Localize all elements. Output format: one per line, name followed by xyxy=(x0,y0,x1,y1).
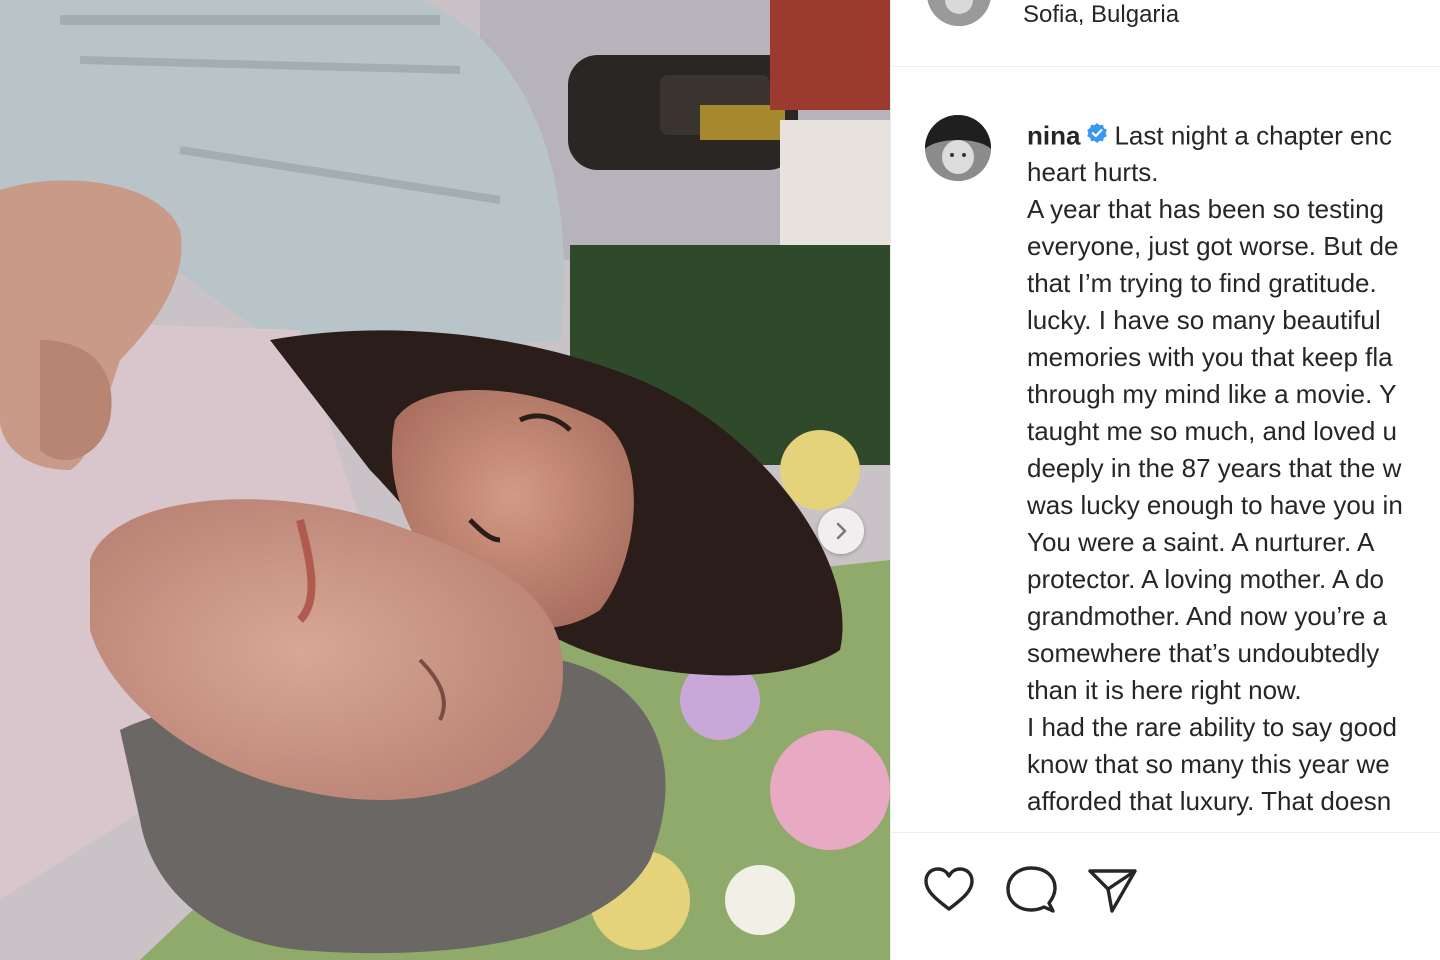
caption-section: nina Last night a chapter enc heart hurts… xyxy=(891,90,1440,830)
caption-line: was lucky enough to have you in xyxy=(1027,490,1403,520)
caption-line: Last night a chapter enc xyxy=(1114,120,1392,151)
caption-line: lucky. I have so many beautiful xyxy=(1027,305,1381,335)
caption-line: grandmother. And now you’re a xyxy=(1027,601,1387,631)
avatar[interactable] xyxy=(927,0,991,26)
carousel-next-button[interactable] xyxy=(818,508,864,554)
caption-avatar[interactable] xyxy=(925,115,991,181)
caption-line: know that so many this year we xyxy=(1027,749,1390,779)
caption-line: somewhere that’s undoubtedly xyxy=(1027,638,1380,668)
heart-icon xyxy=(924,867,974,911)
post-photo[interactable] xyxy=(0,0,890,960)
paper-plane-icon xyxy=(1088,869,1137,913)
chevron-right-icon xyxy=(836,522,847,540)
comment-bubble-icon xyxy=(1006,866,1057,913)
post-caption: nina Last night a chapter enc heart hurts… xyxy=(1027,117,1440,820)
like-button[interactable] xyxy=(921,863,977,919)
caption-line: taught me so much, and loved u xyxy=(1027,416,1398,446)
caption-line: I had the rare ability to say good xyxy=(1027,712,1398,742)
caption-line: You were a saint. A nurturer. A xyxy=(1027,527,1375,557)
caption-line: memories with you that keep fla xyxy=(1027,342,1393,372)
caption-line: than it is here right now. xyxy=(1027,675,1302,705)
post-actions-bar xyxy=(891,832,1440,960)
verified-badge-icon xyxy=(1086,117,1108,154)
username-link[interactable]: nina xyxy=(1027,120,1080,150)
caption-line: protector. A loving mother. A do xyxy=(1027,564,1385,594)
post-photo-image xyxy=(0,0,890,960)
caption-line: heart hurts. xyxy=(1027,157,1159,187)
caption-line: that I’m trying to find gratitude. xyxy=(1027,268,1377,298)
caption-line: A year that has been so testing xyxy=(1027,194,1385,224)
caption-line: everyone, just got worse. But de xyxy=(1027,231,1399,261)
post-location[interactable]: Sofia, Bulgaria xyxy=(1023,0,1179,30)
caption-line: afforded that luxury. That doesn xyxy=(1027,786,1392,816)
share-button[interactable] xyxy=(1085,863,1141,919)
comment-button[interactable] xyxy=(1003,863,1059,919)
post-details-panel: Sofia, Bulgaria nina Last night a chapter… xyxy=(890,0,1440,960)
caption-line: through my mind like a movie. Y xyxy=(1027,379,1397,409)
post-header: Sofia, Bulgaria xyxy=(891,0,1440,67)
avatar-image xyxy=(927,0,991,26)
caption-line: deeply in the 87 years that the w xyxy=(1027,453,1402,483)
caption-avatar-image xyxy=(925,115,991,181)
caption-first-line: nina Last night a chapter enc xyxy=(1027,117,1440,154)
